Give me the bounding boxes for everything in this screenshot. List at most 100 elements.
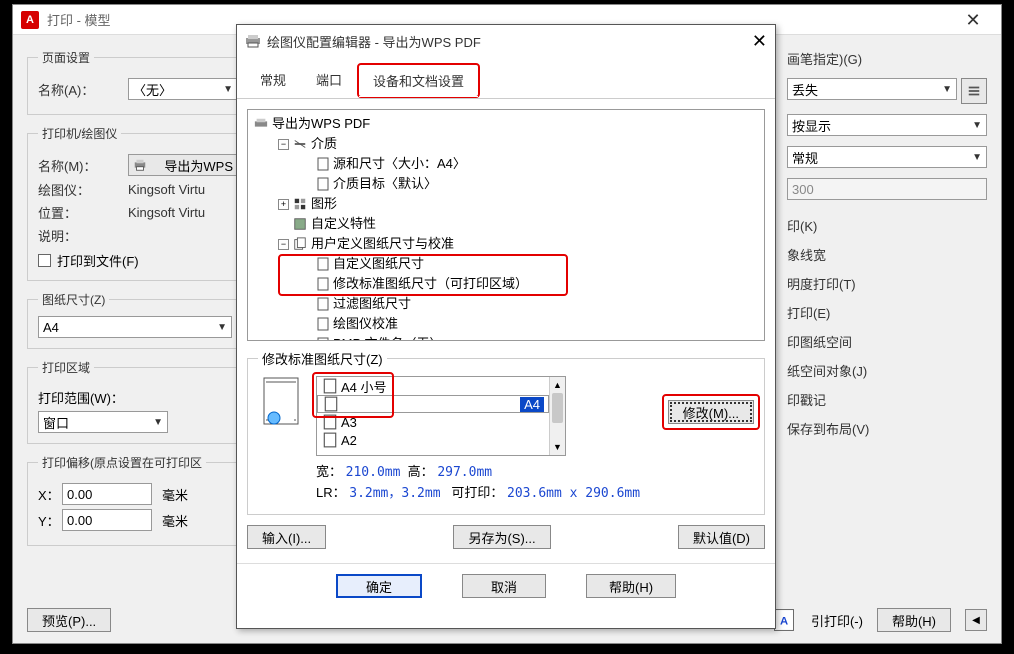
tree-view[interactable]: 导出为WPS PDF −介质 源和尺寸〈大小：A4〉 介质目标〈默认〉 +图形 … bbox=[247, 109, 765, 341]
item-label: A2 bbox=[341, 433, 357, 448]
display-select[interactable]: 按显示 ▼ bbox=[787, 114, 987, 136]
tree-media-target[interactable]: 介质目标〈默认〉 bbox=[250, 174, 762, 194]
item-label: A4 bbox=[520, 397, 544, 412]
tab-port[interactable]: 端口 bbox=[301, 63, 357, 98]
printer-icon bbox=[254, 117, 268, 131]
tree-calib[interactable]: 绘图仪校准 bbox=[250, 314, 762, 334]
default-label: 默认值(D) bbox=[693, 528, 750, 547]
tree-media-label: 介质 bbox=[311, 134, 337, 154]
apply-print-label: 引打印(-) bbox=[811, 611, 863, 630]
close-icon[interactable]: ✕ bbox=[737, 31, 767, 52]
tree-modify-std[interactable]: 修改标准图纸尺寸（可打印区域） bbox=[250, 274, 762, 294]
help-button[interactable]: 帮助(H) bbox=[586, 574, 676, 598]
ok-button[interactable]: 确定 bbox=[336, 574, 422, 598]
x-input[interactable]: 0.00 bbox=[62, 483, 152, 505]
list-icon bbox=[967, 84, 981, 98]
main-help-button[interactable]: 帮助(H) bbox=[877, 608, 951, 632]
list-item[interactable]: A3 bbox=[317, 413, 549, 431]
tree-custom-size-label: 自定义图纸尺寸 bbox=[333, 254, 424, 274]
tree-source-size[interactable]: 源和尺寸〈大小：A4〉 bbox=[250, 154, 762, 174]
cancel-button[interactable]: 取消 bbox=[462, 574, 546, 598]
page-icon bbox=[323, 414, 337, 430]
x-label: X： bbox=[38, 485, 62, 504]
plotter-label: 绘图仪： bbox=[38, 180, 128, 199]
minus-icon[interactable]: − bbox=[278, 239, 289, 250]
printer-icon bbox=[133, 158, 147, 172]
opt-t: 明度打印(T) bbox=[787, 274, 987, 293]
tree-pmp-label: PMP 文件名〈无〉 bbox=[333, 334, 443, 341]
list-item-selected[interactable]: A4 bbox=[317, 395, 549, 413]
paper-size-select[interactable]: A4 ▼ bbox=[38, 316, 232, 338]
list-item[interactable]: A4 小号 bbox=[317, 377, 549, 395]
list-item[interactable]: A2 bbox=[317, 431, 549, 449]
chevron-down-icon: ▼ bbox=[217, 322, 227, 333]
minus-icon[interactable]: − bbox=[278, 139, 289, 150]
h-label: 高： bbox=[408, 464, 434, 479]
pen-assign-select[interactable]: 丢失 ▼ bbox=[787, 78, 957, 100]
import-button[interactable]: 输入(I)... bbox=[247, 525, 326, 549]
plus-icon[interactable]: + bbox=[278, 199, 289, 210]
tree-filter[interactable]: 过滤图纸尺寸 bbox=[250, 294, 762, 314]
scrollbar[interactable]: ▲ ▼ bbox=[549, 377, 565, 455]
printer-name-select[interactable]: 导出为WPS bbox=[128, 154, 238, 176]
page-setup-select[interactable]: 〈无〉 ▼ bbox=[128, 78, 238, 100]
quality-select[interactable]: 常规 ▼ bbox=[787, 146, 987, 168]
paper-illustration-icon bbox=[258, 376, 304, 432]
scroll-thumb[interactable] bbox=[552, 393, 563, 423]
ok-label: 确定 bbox=[366, 577, 392, 596]
quality-value: 常规 bbox=[792, 148, 818, 167]
page-icon bbox=[317, 297, 329, 311]
x-value: 0.00 bbox=[67, 487, 92, 502]
pen-settings-button[interactable] bbox=[961, 78, 987, 104]
printable-val: 203.6mm x 290.6mm bbox=[507, 486, 640, 501]
tab-general[interactable]: 常规 bbox=[245, 63, 301, 98]
tree-media[interactable]: − 介质 bbox=[250, 134, 762, 154]
scroll-down-icon[interactable]: ▼ bbox=[550, 439, 565, 455]
print-to-file-checkbox[interactable]: 打印到文件(F) bbox=[38, 251, 238, 270]
tree-custom-size[interactable]: 自定义图纸尺寸 bbox=[250, 254, 762, 274]
tree-user-sizes[interactable]: − 用户定义图纸尺寸与校准 bbox=[250, 234, 762, 254]
tree-pmp[interactable]: PMP 文件名〈无〉 bbox=[250, 334, 762, 341]
expand-button[interactable]: ◀ bbox=[965, 609, 987, 631]
y-input[interactable]: 0.00 bbox=[62, 509, 152, 531]
chevron-down-icon: ▼ bbox=[223, 84, 233, 95]
paper-size-list[interactable]: A4 小号 A4 A3 A2 ▲ ▼ bbox=[316, 376, 566, 456]
paper-size-legend: 图纸尺寸(Z) bbox=[38, 291, 109, 308]
tree-src-label: 源和尺寸〈大小：A4〉 bbox=[333, 154, 466, 174]
close-icon[interactable]: ✕ bbox=[953, 8, 993, 32]
tab-device-doc[interactable]: 设备和文档设置 bbox=[357, 63, 480, 98]
svg-text:A: A bbox=[780, 615, 788, 627]
opt-linewidth: 象线宽 bbox=[787, 245, 987, 264]
item-label: A3 bbox=[341, 415, 357, 430]
paper-size-group: 图纸尺寸(Z) A4 ▼ bbox=[27, 291, 243, 349]
modify-btn-label: 修改(M)... bbox=[683, 403, 739, 422]
offset-legend: 打印偏移(原点设置在可打印区 bbox=[38, 454, 206, 471]
page-icon bbox=[317, 257, 329, 271]
opt-e: 打印(E) bbox=[787, 303, 987, 322]
modify-paper-group: 修改标准图纸尺寸(Z) A4 小号 A4 A3 A2 ▲ bbox=[247, 349, 765, 515]
config-title-bar: 绘图仪配置编辑器 - 导出为WPS PDF ✕ bbox=[237, 25, 775, 57]
tree-custom-props[interactable]: 自定义特性 bbox=[250, 214, 762, 234]
tree-root[interactable]: 导出为WPS PDF bbox=[250, 114, 762, 134]
page-icon bbox=[317, 177, 329, 191]
chevron-down-icon: ▼ bbox=[972, 120, 982, 131]
scroll-up-icon[interactable]: ▲ bbox=[550, 377, 565, 393]
print-range-select[interactable]: 窗口 ▼ bbox=[38, 411, 168, 433]
lr-val: 3.2mm，3.2mm bbox=[349, 486, 440, 501]
description-label: 说明： bbox=[38, 226, 128, 245]
preview-button[interactable]: 预览(P)... bbox=[27, 608, 111, 632]
save-as-button[interactable]: 另存为(S)... bbox=[453, 525, 550, 549]
preview-label: 预览(P)... bbox=[42, 611, 96, 630]
display-value: 按显示 bbox=[792, 116, 831, 135]
printer-group: 打印机/绘图仪 名称(M)： 导出为WPS 绘图仪：Kingsoft Virtu… bbox=[27, 125, 249, 281]
default-button[interactable]: 默认值(D) bbox=[678, 525, 765, 549]
config-title: 绘图仪配置编辑器 - 导出为WPS PDF bbox=[267, 32, 737, 51]
tree-graphics[interactable]: +图形 bbox=[250, 194, 762, 214]
printer-name-label: 名称(M)： bbox=[38, 156, 128, 175]
page-icon bbox=[317, 337, 329, 341]
properties-icon bbox=[293, 217, 307, 231]
chevron-down-icon: ▼ bbox=[942, 84, 952, 95]
modify-button[interactable]: 修改(M)... bbox=[668, 400, 754, 424]
offset-group: 打印偏移(原点设置在可打印区 X： 0.00 毫米 Y： 0.00 毫米 bbox=[27, 454, 243, 546]
tree-user-sizes-label: 用户定义图纸尺寸与校准 bbox=[311, 234, 454, 254]
